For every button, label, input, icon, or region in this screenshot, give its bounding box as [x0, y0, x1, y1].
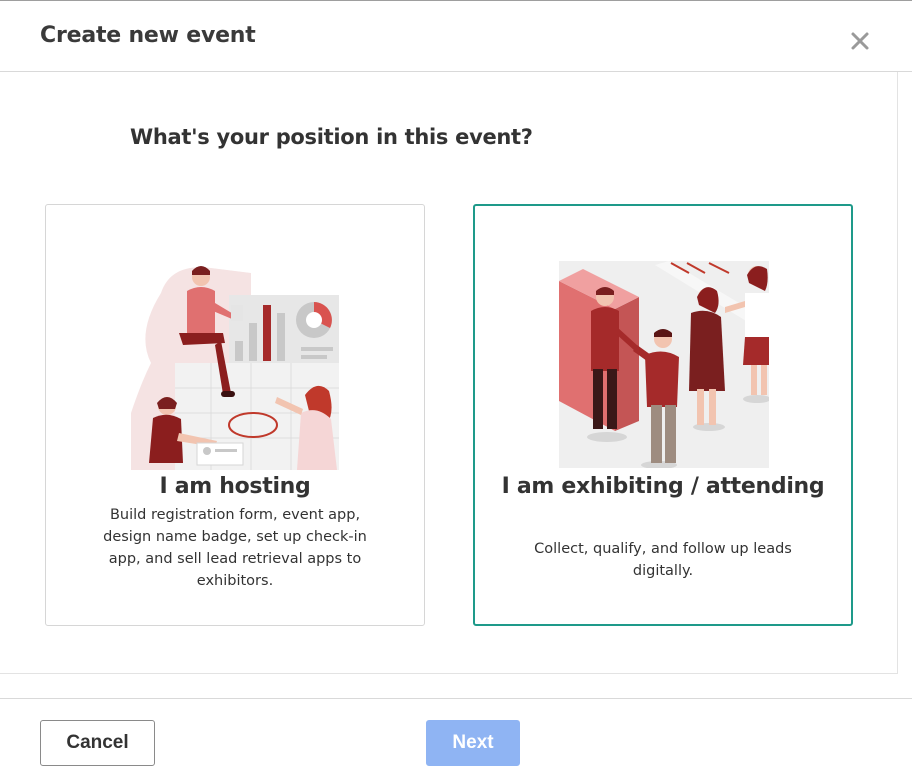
option-description-exhibiting: Collect, qualify, and follow up leads di… [534, 541, 792, 579]
dialog-body: What's your position in this event? I am… [0, 72, 898, 674]
option-title-exhibiting: I am exhibiting / attending [501, 474, 825, 499]
option-card-hosting[interactable]: I am hosting Build registration form, ev… [45, 204, 425, 626]
option-description-hosting: Build registration form, event app, desi… [103, 507, 367, 589]
dialog-title: Create new event [40, 23, 256, 48]
option-card-exhibiting[interactable]: I am exhibiting / attending Collect, qua… [473, 204, 853, 626]
next-button[interactable]: Next [426, 720, 520, 766]
dialog-header: Create new event [0, 1, 912, 72]
cancel-button[interactable]: Cancel [40, 720, 155, 766]
close-icon[interactable] [846, 27, 874, 55]
position-question: What's your position in this event? [130, 125, 533, 149]
hosting-illustration [131, 266, 339, 470]
dialog-footer: Cancel Next [0, 698, 912, 774]
exhibiting-illustration [559, 261, 769, 468]
create-event-dialog: Create new event What's your position in… [0, 0, 912, 774]
option-title-hosting: I am hosting [159, 474, 311, 499]
